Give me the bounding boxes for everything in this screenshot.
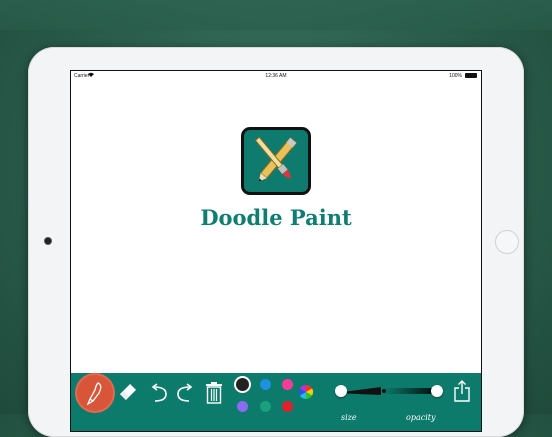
brush-icon xyxy=(86,382,102,406)
status-bar: Carrier 12:36 AM 100% xyxy=(71,71,481,81)
eraser-button[interactable] xyxy=(117,381,139,403)
undo-icon xyxy=(151,383,167,402)
opacity-slider-thumb[interactable] xyxy=(430,385,443,397)
opacity-label: opacity xyxy=(406,413,436,422)
color-swatch[interactable] xyxy=(282,401,293,412)
battery-percent: 100% xyxy=(449,73,462,79)
color-swatch[interactable] xyxy=(236,378,249,391)
eraser-icon xyxy=(119,383,137,401)
size-slider-thumb[interactable] xyxy=(335,385,347,397)
color-swatch[interactable] xyxy=(260,379,271,390)
brush-button[interactable] xyxy=(77,375,113,411)
battery-icon xyxy=(465,73,477,78)
color-swatch[interactable] xyxy=(260,401,271,412)
redo-icon xyxy=(177,383,193,402)
trash-button[interactable] xyxy=(204,381,224,405)
drawing-toolbar: size opacity xyxy=(71,373,481,431)
color-wheel-button[interactable] xyxy=(298,384,314,400)
size-label: size xyxy=(341,413,357,422)
status-time: 12:36 AM xyxy=(265,73,287,79)
trash-icon xyxy=(206,382,222,404)
app-screen: Carrier 12:36 AM 100% Doodle Paint size … xyxy=(70,70,482,432)
paintbrush-pencil-icon xyxy=(254,136,298,182)
redo-button[interactable] xyxy=(174,382,196,404)
home-button[interactable] xyxy=(495,230,519,254)
chalkboard-background xyxy=(0,0,552,30)
undo-button[interactable] xyxy=(148,382,170,404)
opacity-slider[interactable] xyxy=(381,381,447,403)
share-icon xyxy=(454,380,470,402)
color-swatch[interactable] xyxy=(237,401,248,412)
app-title: Doodle Paint xyxy=(200,205,352,230)
camera-icon xyxy=(45,238,51,244)
share-button[interactable] xyxy=(452,379,472,403)
app-logo xyxy=(241,127,311,195)
size-slider[interactable] xyxy=(331,381,387,403)
color-wheel-icon xyxy=(299,385,313,399)
color-swatch[interactable] xyxy=(282,379,293,390)
ipad-frame: Carrier 12:36 AM 100% Doodle Paint size … xyxy=(28,47,524,437)
